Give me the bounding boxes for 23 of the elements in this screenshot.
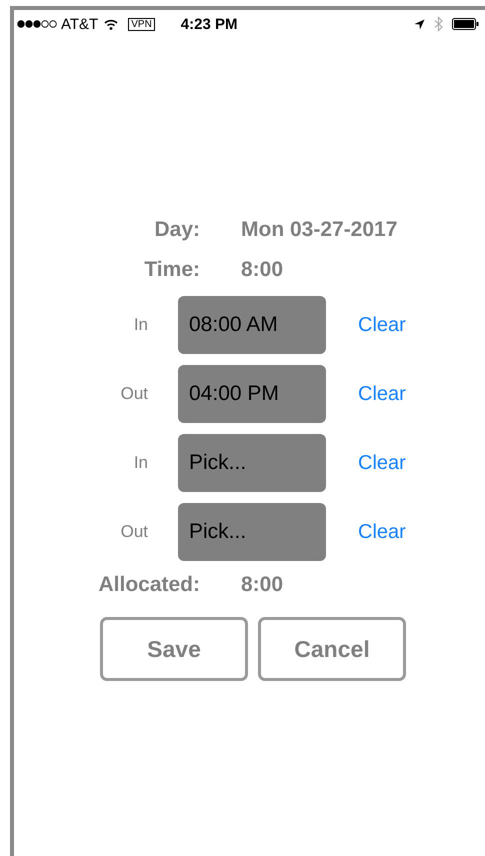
field-value: 8:00 (241, 258, 284, 282)
punch-label: In (132, 315, 148, 335)
field-label: Day: (153, 218, 200, 242)
cancel-button[interactable]: Cancel (258, 617, 406, 681)
carrier-name: AT&T (61, 16, 98, 32)
time-picker[interactable]: 04:00 PM (178, 365, 326, 423)
time-picker[interactable]: 08:00 AM (178, 296, 326, 354)
vpn-indicator: VPN (128, 18, 155, 30)
punch-label: In (132, 453, 148, 473)
time-picker[interactable]: Pick... (178, 503, 326, 561)
status-time: 4:23 PM (180, 16, 238, 32)
field-value: Mon 03-27-2017 (241, 218, 398, 242)
field-label: Allocated: (97, 573, 200, 597)
clear-link[interactable]: Clear (358, 382, 406, 406)
clear-link[interactable]: Clear (358, 314, 406, 336)
field-value: 8:00 (241, 573, 284, 597)
save-button[interactable]: Save (100, 617, 248, 681)
punch-label: Out (120, 384, 148, 404)
time-picker[interactable]: Pick... (178, 434, 326, 492)
punch-label: Out (120, 522, 148, 542)
field-label: Time: (143, 258, 200, 282)
clear-link[interactable]: Clear (358, 452, 406, 474)
clear-link[interactable]: Clear (358, 520, 406, 544)
